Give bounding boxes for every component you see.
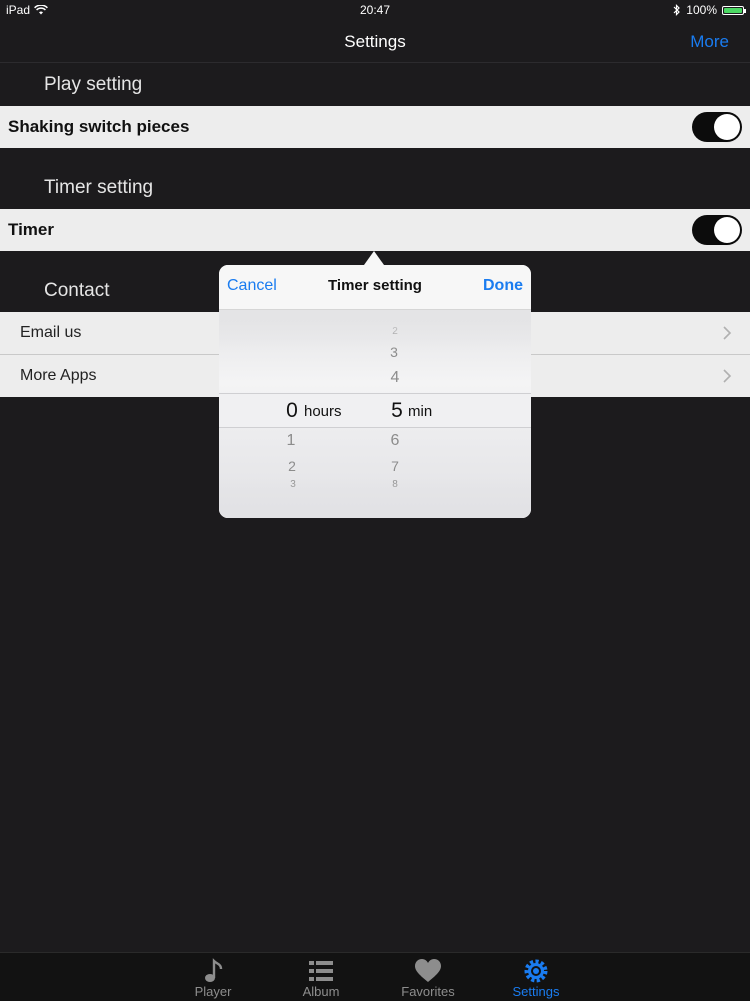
battery-icon xyxy=(722,5,746,15)
page-title: Settings xyxy=(344,32,406,51)
hours-option[interactable]: 1 xyxy=(276,432,306,450)
more-button[interactable]: More xyxy=(690,32,729,52)
more-apps-label: More Apps xyxy=(20,367,97,384)
section-header-contact: Contact xyxy=(44,280,110,301)
navigation-bar: Settings More xyxy=(0,20,750,62)
tab-player-label: Player xyxy=(194,984,232,999)
music-note-icon xyxy=(205,958,223,982)
list-icon xyxy=(309,961,333,981)
tab-favorites-label: Favorites xyxy=(401,984,455,999)
minutes-option[interactable]: 7 xyxy=(380,458,410,474)
email-us-label: Email us xyxy=(20,324,82,341)
battery-percent: 100% xyxy=(686,3,717,17)
minutes-option[interactable]: 6 xyxy=(380,432,410,450)
section-header-play: Play setting xyxy=(44,74,143,95)
tab-album[interactable]: Album xyxy=(271,953,371,1001)
status-time: 20:47 xyxy=(359,3,391,17)
popover-header: Cancel Timer setting Done xyxy=(219,265,531,310)
tab-settings-label: Settings xyxy=(512,984,560,999)
timer-label: Timer xyxy=(8,220,54,239)
toggle-knob xyxy=(714,217,740,243)
picker-fade-bottom xyxy=(219,478,531,518)
tab-settings[interactable]: Settings xyxy=(486,953,586,1001)
picker-fade-top xyxy=(219,310,531,350)
picker-selection-band xyxy=(219,393,531,428)
hours-selected[interactable]: 0 xyxy=(277,399,307,423)
chevron-right-icon xyxy=(723,326,732,340)
status-bar: iPad 20:47 100% xyxy=(0,0,750,20)
shaking-switch-row: Shaking switch pieces xyxy=(0,106,750,148)
tab-bar: Player Album Favorites Settings xyxy=(0,952,750,1001)
shaking-switch-toggle[interactable] xyxy=(692,112,742,142)
minutes-unit: min xyxy=(408,403,433,420)
timer-popover: Cancel Timer setting Done 0 hours 1 2 3 … xyxy=(219,265,531,518)
bluetooth-icon xyxy=(673,4,681,16)
tab-album-label: Album xyxy=(302,984,340,999)
toggle-knob xyxy=(714,114,740,140)
hours-unit: hours xyxy=(304,403,342,420)
shaking-switch-label: Shaking switch pieces xyxy=(8,117,190,136)
tab-player[interactable]: Player xyxy=(163,953,263,1001)
time-picker[interactable]: 0 hours 1 2 3 2 3 4 5 min 6 7 8 xyxy=(219,310,531,518)
chevron-right-icon xyxy=(723,369,732,383)
done-button[interactable]: Done xyxy=(483,277,523,295)
hours-option[interactable]: 2 xyxy=(277,458,307,474)
popover-arrow xyxy=(364,251,384,265)
heart-icon xyxy=(415,959,441,982)
gear-icon xyxy=(524,959,548,983)
tab-favorites[interactable]: Favorites xyxy=(378,953,478,1001)
timer-toggle[interactable] xyxy=(692,215,742,245)
minutes-option[interactable]: 4 xyxy=(380,369,410,387)
section-header-timer: Timer setting xyxy=(44,177,154,198)
navbar-divider xyxy=(0,62,750,63)
timer-row: Timer xyxy=(0,209,750,251)
